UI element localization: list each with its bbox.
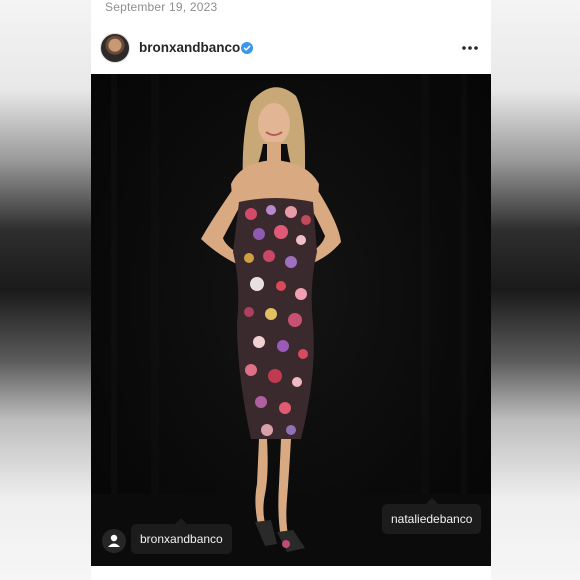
tag-label-text: bronxandbanco — [140, 532, 223, 546]
avatar[interactable] — [100, 33, 130, 63]
tag-label-nataliedebanco[interactable]: nataliedebanco — [382, 498, 482, 534]
photo-illustration — [91, 74, 491, 566]
user-tag-icon[interactable] — [102, 529, 126, 553]
tag-label-text: nataliedebanco — [391, 512, 473, 526]
post-photo[interactable]: nataliedebanco bronxandbanco — [91, 74, 491, 566]
user-tag-glyph — [108, 534, 120, 547]
username[interactable]: bronxandbanco — [139, 40, 240, 55]
tag-label-bronxandbanco[interactable]: bronxandbanco — [131, 518, 232, 554]
more-options-icon[interactable] — [459, 38, 481, 58]
post-date: September 19, 2023 — [105, 0, 218, 14]
verified-badge-icon — [241, 42, 253, 54]
post-card: September 19, 2023 bronxandbanco natalie… — [91, 0, 491, 580]
post-header: bronxandbanco — [91, 28, 491, 70]
